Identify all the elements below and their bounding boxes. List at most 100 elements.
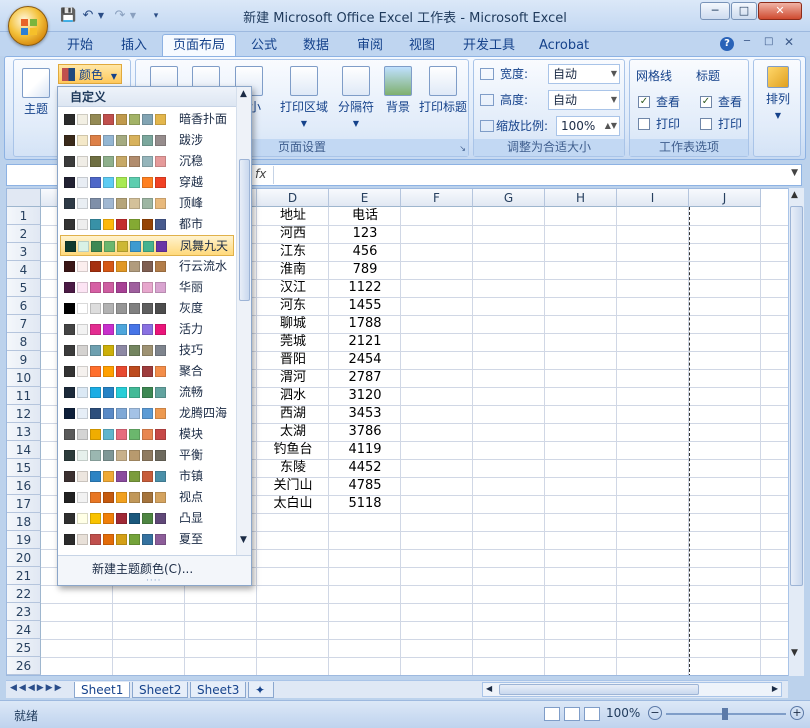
maximize-button[interactable]: □	[731, 2, 757, 20]
cell-phone[interactable]: 5118	[329, 495, 401, 513]
column-header[interactable]: E	[329, 189, 401, 207]
dropdown-scroll-down-icon[interactable]: ▼	[240, 535, 247, 545]
cell-address[interactable]: 晋阳	[257, 351, 329, 369]
cell-header-phone[interactable]: 电话	[329, 207, 401, 225]
theme-color-item[interactable]: 都市	[60, 214, 234, 235]
cell-address[interactable]: 莞城	[257, 333, 329, 351]
dropdown-scroll-up-icon[interactable]: ▲	[240, 89, 247, 99]
cell-phone[interactable]: 3120	[329, 387, 401, 405]
row-header[interactable]: 22	[7, 585, 41, 603]
theme-color-item[interactable]: 灰度	[60, 298, 234, 319]
theme-color-item[interactable]: 夏至	[60, 529, 234, 550]
row-header[interactable]: 3	[7, 243, 41, 261]
theme-color-item[interactable]: 顶峰	[60, 193, 234, 214]
width-select[interactable]: 自动 ▼	[548, 64, 620, 84]
horizontal-scrollbar[interactable]: ◀ ▶	[482, 682, 782, 697]
office-button[interactable]	[8, 6, 48, 46]
cell-phone[interactable]: 3786	[329, 423, 401, 441]
row-header[interactable]: 12	[7, 405, 41, 423]
row-header[interactable]: 2	[7, 225, 41, 243]
cell-phone[interactable]: 3453	[329, 405, 401, 423]
scroll-up-icon[interactable]: ▲	[791, 190, 798, 200]
theme-color-item[interactable]: 模块	[60, 424, 234, 445]
theme-color-item[interactable]: 行云流水	[60, 256, 234, 277]
cell-phone[interactable]: 4119	[329, 441, 401, 459]
cell-phone[interactable]: 1788	[329, 315, 401, 333]
cell-address[interactable]: 聊城	[257, 315, 329, 333]
zoom-level[interactable]: 100%	[606, 706, 640, 720]
theme-color-item[interactable]: 视点	[60, 487, 234, 508]
column-header[interactable]: I	[617, 189, 689, 207]
background-button[interactable]: 背景	[380, 64, 416, 134]
row-header[interactable]: 1	[7, 207, 41, 225]
workbook-close-icon[interactable]: ✕	[784, 35, 794, 49]
theme-color-item[interactable]: 流畅	[60, 382, 234, 403]
cell-address[interactable]: 太白山	[257, 495, 329, 513]
row-header[interactable]: 20	[7, 549, 41, 567]
cell-address[interactable]: 河东	[257, 297, 329, 315]
row-header[interactable]: 18	[7, 513, 41, 531]
row-header[interactable]: 7	[7, 315, 41, 333]
themes-button[interactable]: 主题	[18, 66, 54, 136]
column-header[interactable]: H	[545, 189, 617, 207]
arrange-button[interactable]: 排列 ▼	[758, 64, 798, 134]
theme-color-item[interactable]: 技巧	[60, 340, 234, 361]
row-header[interactable]: 25	[7, 639, 41, 657]
fx-icon[interactable]: fx	[255, 167, 266, 181]
gridlines-view-checkbox[interactable]: ✓	[638, 96, 650, 108]
cell-address[interactable]: 西湖	[257, 405, 329, 423]
cell-address[interactable]: 渭河	[257, 369, 329, 387]
vertical-scroll-thumb[interactable]	[790, 206, 803, 586]
expand-formula-icon[interactable]: ▼	[791, 168, 798, 178]
tab-data[interactable]: 数据	[292, 34, 340, 56]
row-header[interactable]: 5	[7, 279, 41, 297]
row-header[interactable]: 4	[7, 261, 41, 279]
cell-address[interactable]: 钓鱼台	[257, 441, 329, 459]
ribbon-restore-icon[interactable]: □	[764, 36, 773, 47]
cell-address[interactable]: 关门山	[257, 477, 329, 495]
scroll-left-icon[interactable]: ◀	[486, 684, 492, 693]
row-header[interactable]: 13	[7, 423, 41, 441]
cell-phone[interactable]: 123	[329, 225, 401, 243]
column-header[interactable]: J	[689, 189, 761, 207]
cell-header-address[interactable]: 地址	[257, 207, 329, 225]
close-button[interactable]: ✕	[758, 2, 802, 20]
cell-address[interactable]: 江东	[257, 243, 329, 261]
row-header[interactable]: 9	[7, 351, 41, 369]
cell-phone[interactable]: 789	[329, 261, 401, 279]
theme-color-item[interactable]: 穿越	[60, 172, 234, 193]
sheet-tab-2[interactable]: Sheet2	[132, 682, 189, 698]
normal-view-icon[interactable]	[544, 707, 560, 721]
tab-view[interactable]: 视图	[398, 34, 446, 56]
print-titles-button[interactable]: 打印标题	[418, 64, 468, 134]
cell-phone[interactable]: 1122	[329, 279, 401, 297]
row-header[interactable]: 8	[7, 333, 41, 351]
row-header[interactable]: 17	[7, 495, 41, 513]
scale-stepper[interactable]: 100% ▲▼	[556, 116, 620, 136]
tab-home[interactable]: 开始	[56, 34, 104, 56]
row-header[interactable]: 11	[7, 387, 41, 405]
tab-developer[interactable]: 开发工具	[452, 34, 526, 56]
horizontal-scroll-thumb[interactable]	[499, 684, 699, 695]
tab-acrobat[interactable]: Acrobat	[528, 34, 600, 56]
cell-phone[interactable]: 4452	[329, 459, 401, 477]
vertical-scrollbar[interactable]: ▲ ▼	[788, 188, 804, 676]
sheet-nav-icons[interactable]: ◀◀◀▶▶▶	[10, 683, 64, 693]
headings-print-checkbox[interactable]	[700, 118, 712, 130]
cell-address[interactable]: 东陵	[257, 459, 329, 477]
cell-phone[interactable]: 4785	[329, 477, 401, 495]
headings-view-checkbox[interactable]: ✓	[700, 96, 712, 108]
theme-color-item[interactable]: 市镇	[60, 466, 234, 487]
theme-colors-button[interactable]: 颜色 ▼	[58, 64, 122, 84]
theme-color-item[interactable]: 聚合	[60, 361, 234, 382]
row-header[interactable]: 23	[7, 603, 41, 621]
height-select[interactable]: 自动 ▼	[548, 90, 620, 110]
scroll-right-icon[interactable]: ▶	[772, 684, 778, 693]
ribbon-minimize-icon[interactable]: ─	[744, 36, 750, 47]
zoom-slider-handle[interactable]	[722, 708, 728, 720]
column-header[interactable]: D	[257, 189, 329, 207]
cell-phone[interactable]: 456	[329, 243, 401, 261]
row-header[interactable]: 6	[7, 297, 41, 315]
cell-phone[interactable]: 2454	[329, 351, 401, 369]
cell-address[interactable]: 泗水	[257, 387, 329, 405]
